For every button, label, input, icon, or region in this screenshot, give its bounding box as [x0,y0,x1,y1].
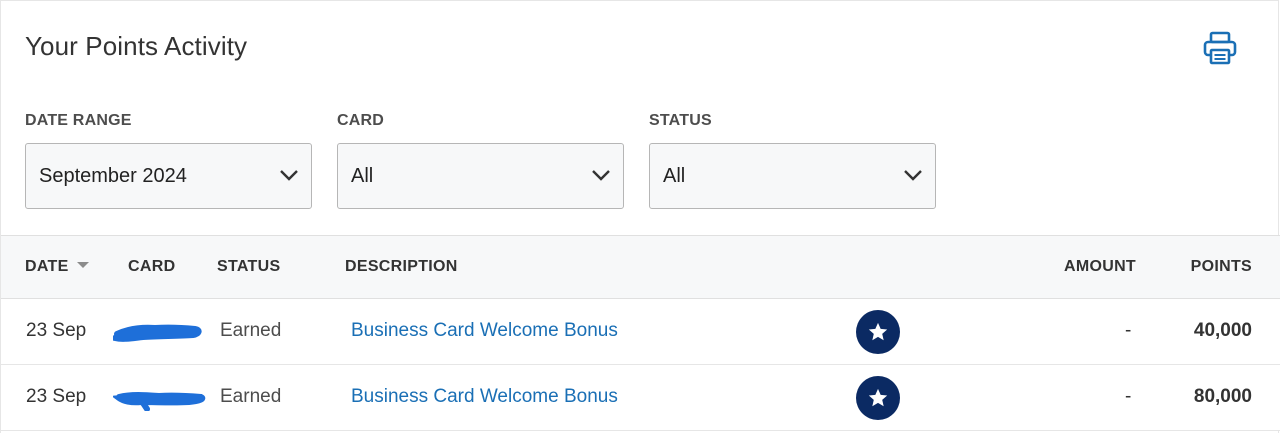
redacted-card-scribble [113,392,206,411]
points-activity-panel: Your Points Activity DATE RANGE Septembe… [0,0,1280,433]
date-range-value: September 2024 [39,165,187,187]
date-range-label: DATE RANGE [25,112,132,129]
printer-icon [1203,31,1237,65]
row-amount: - [1125,320,1132,341]
star-badge [856,310,900,354]
page-title: Your Points Activity [25,31,248,61]
column-header-card: CARD [128,258,176,275]
table-row: 23 Sep Earned Business Card Welcome Bonu… [1,299,1280,365]
sort-caret-icon [76,261,89,268]
status-value: All [663,165,686,187]
date-range-select[interactable]: September 2024 [25,143,312,209]
row-description-link[interactable]: Business Card Welcome Bonus [351,320,618,342]
star-icon [868,388,888,407]
status-label: STATUS [649,112,712,129]
print-button[interactable] [1201,29,1239,67]
column-header-date[interactable]: DATE [25,258,89,276]
card-label: CARD [337,112,385,129]
column-header-status: STATUS [217,258,281,275]
row-date: 23 Sep [26,386,87,407]
column-header-date-label: DATE [25,258,69,275]
status-select[interactable]: All [649,143,936,209]
redacted-card-scribble [113,324,202,342]
column-header-description: DESCRIPTION [345,258,458,275]
row-description-link[interactable]: Business Card Welcome Bonus [351,386,618,408]
chevron-down-icon [592,170,610,181]
column-header-points: POINTS [1190,258,1252,275]
row-points: 80,000 [1193,386,1252,407]
column-header-amount: AMOUNT [1064,258,1137,275]
table-header: DATE CARD STATUS DESCRIPTION AMOUNT POIN… [1,235,1280,299]
star-icon [868,322,888,341]
card-select[interactable]: All [337,143,624,209]
chevron-down-icon [280,170,298,181]
row-amount: - [1125,386,1132,407]
row-status: Earned [220,386,282,407]
star-badge [856,376,900,420]
card-value: All [351,165,374,187]
table-row: 23 Sep Earned Business Card Welcome Bonu… [1,365,1280,431]
row-status: Earned [220,320,282,341]
row-points: 40,000 [1193,320,1252,341]
chevron-down-icon [904,170,922,181]
row-date: 23 Sep [26,320,87,341]
